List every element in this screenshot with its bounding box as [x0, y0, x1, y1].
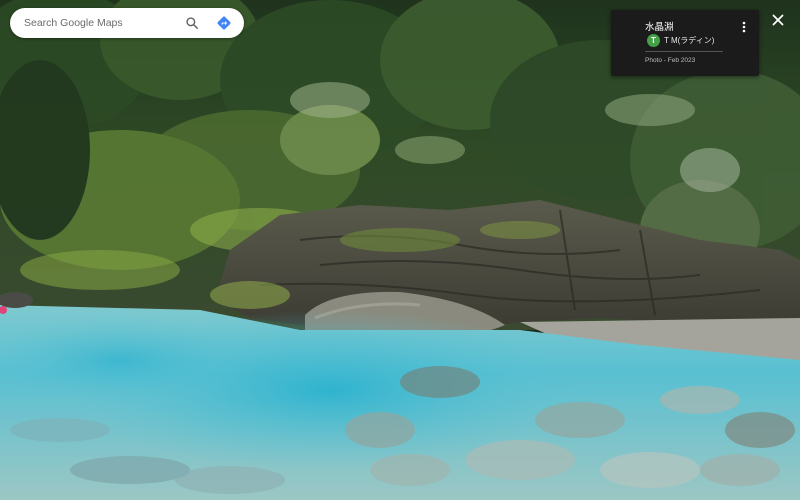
close-button[interactable] — [768, 10, 788, 30]
photo-info-card: 水晶淵 T T M(ラディン) Photo - Feb 2023 — [611, 10, 759, 76]
more-options-button[interactable] — [735, 18, 753, 36]
more-vert-icon — [742, 21, 746, 33]
author-avatar[interactable]: T — [647, 34, 660, 47]
search-input[interactable] — [24, 11, 178, 35]
close-icon — [772, 14, 784, 26]
card-divider — [645, 51, 723, 52]
search-bar — [10, 8, 244, 38]
place-title[interactable]: 水晶淵 — [645, 19, 674, 33]
directions-button[interactable] — [210, 9, 238, 37]
directions-icon — [217, 16, 231, 30]
street-view-viewport[interactable]: 水晶淵 T T M(ラディン) Photo - Feb 2023 — [0, 0, 800, 500]
search-button[interactable] — [178, 9, 206, 37]
author-name[interactable]: T M(ラディン) — [664, 35, 714, 46]
search-icon — [186, 17, 199, 30]
photo-date: Photo - Feb 2023 — [645, 57, 696, 64]
